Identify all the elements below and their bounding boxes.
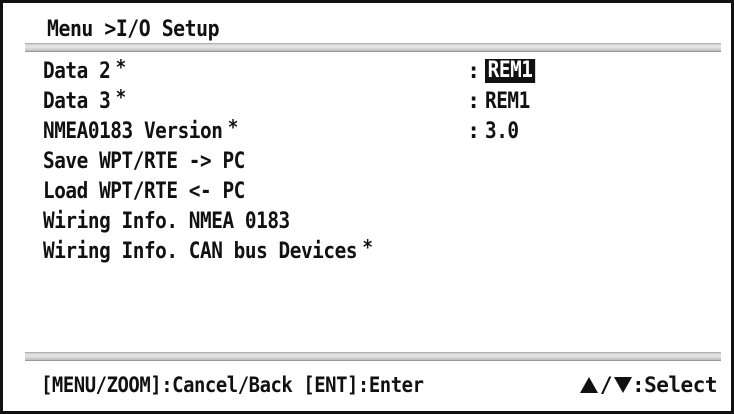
menu-item-data3[interactable]: Data 3 * : REM1 bbox=[43, 85, 723, 119]
menu-item-value[interactable]: 3.0 bbox=[485, 119, 519, 144]
menu-item-wiring-nmea0183[interactable]: Wiring Info. NMEA 0183 bbox=[43, 209, 723, 239]
asterisk-mark: * bbox=[115, 55, 127, 79]
menu-item-data2[interactable]: Data 2 * : REM1 bbox=[43, 55, 723, 89]
slash-separator: / bbox=[599, 373, 613, 397]
menu-item-load-wpt-rte[interactable]: Load WPT/RTE <- PC bbox=[43, 179, 723, 209]
key-guide-select: / :Select bbox=[579, 373, 718, 397]
asterisk-mark: * bbox=[115, 85, 127, 109]
menu-item-nmea0183-version[interactable]: NMEA0183 Version * : 3.0 bbox=[43, 115, 723, 149]
menu-item-label: Data 3 * bbox=[43, 85, 126, 114]
menu-item-value-selected[interactable]: REM1 bbox=[485, 59, 536, 83]
menu-item-value[interactable]: REM1 bbox=[485, 89, 530, 114]
triangle-up-icon bbox=[579, 377, 598, 393]
menu-item-label: Save WPT/RTE -> PC bbox=[43, 149, 245, 174]
colon-separator: : bbox=[467, 59, 480, 84]
footer-separator bbox=[25, 352, 721, 361]
triangle-down-icon bbox=[613, 377, 632, 393]
menu-item-wiring-can-bus[interactable]: Wiring Info. CAN bus Devices * bbox=[43, 235, 723, 269]
key-guide-cancel-enter: [MENU/ZOOM]:Cancel/Back [ENT]:Enter bbox=[41, 373, 424, 397]
io-setup-screen: Menu >I/O Setup Data 2 * : REM1 Data 3 * :… bbox=[0, 0, 734, 414]
menu-list: Data 2 * : REM1 Data 3 * : REM1 NMEA0183 V… bbox=[43, 55, 723, 269]
breadcrumb: Menu >I/O Setup bbox=[47, 17, 220, 42]
menu-item-save-wpt-rte[interactable]: Save WPT/RTE -> PC bbox=[43, 149, 723, 179]
colon-separator: : bbox=[467, 89, 480, 114]
menu-item-label: Data 2 * bbox=[43, 55, 126, 84]
select-label: :Select bbox=[631, 373, 718, 397]
colon-separator: : bbox=[467, 119, 480, 144]
menu-item-label: Wiring Info. CAN bus Devices * bbox=[43, 235, 373, 264]
menu-item-label: Load WPT/RTE <- PC bbox=[43, 179, 245, 204]
asterisk-mark: * bbox=[362, 235, 373, 259]
asterisk-mark: * bbox=[227, 115, 239, 139]
menu-item-label: Wiring Info. NMEA 0183 bbox=[43, 209, 290, 234]
header-separator bbox=[25, 43, 721, 52]
menu-item-label: NMEA0183 Version * bbox=[43, 115, 238, 144]
